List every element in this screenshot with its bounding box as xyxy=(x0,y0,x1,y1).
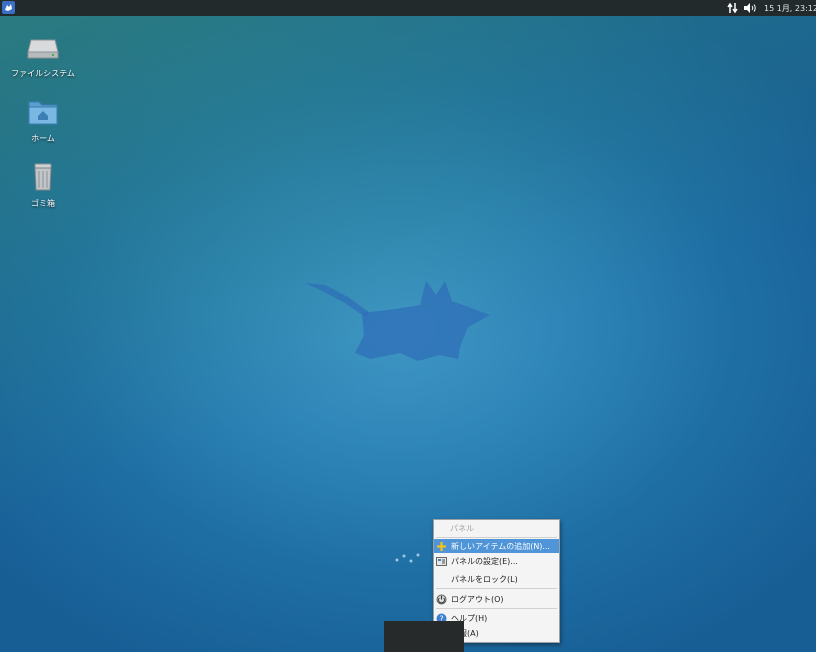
menu-item-label: ログアウト(O) xyxy=(451,594,504,604)
desktop-icon-filesystem[interactable]: ファイルシステム xyxy=(8,32,78,79)
panel-settings-icon xyxy=(436,556,447,566)
drive-icon xyxy=(27,39,59,59)
desktop-icon-label: ファイルシステム xyxy=(11,69,75,78)
menu-item-label: パネルをロック(L) xyxy=(451,574,518,584)
desktop-icon-label: ゴミ箱 xyxy=(31,199,55,208)
menu-item-spacer xyxy=(436,574,447,585)
menu-title: パネル xyxy=(434,521,559,535)
menu-item-lock-panel[interactable]: パネルをロック(L) xyxy=(434,572,559,586)
desktop-icon-label: ホーム xyxy=(31,134,55,143)
menu-separator xyxy=(436,588,557,589)
xfce-mouse-logo xyxy=(305,281,490,361)
clock[interactable]: 15 1月, 23:12 xyxy=(764,3,816,14)
bottom-dock[interactable] xyxy=(384,621,464,652)
menu-item-logout[interactable]: ログアウト(O) xyxy=(434,592,559,606)
menu-title-label: パネル xyxy=(450,523,474,533)
volume-icon[interactable] xyxy=(743,2,757,14)
network-icon[interactable] xyxy=(727,2,739,14)
desktop-icon-home[interactable]: ホーム xyxy=(8,97,78,144)
menu-item-label: 新しいアイテムの追加(N)... xyxy=(451,541,551,551)
menu-separator xyxy=(436,608,557,609)
add-icon xyxy=(437,541,446,551)
menu-separator xyxy=(436,537,557,538)
desktop-icon-trash[interactable]: ゴミ箱 xyxy=(8,162,78,209)
loading-sparkle xyxy=(395,553,420,563)
menu-item-label: パネルの設定(E)... xyxy=(451,556,518,566)
menu-item-add-new-item[interactable]: 新しいアイテムの追加(N)... xyxy=(434,539,559,553)
app-menu-icon[interactable] xyxy=(2,1,15,14)
top-panel: 15 1月, 23:12 xyxy=(0,0,816,16)
trash-icon xyxy=(34,163,52,191)
home-folder-icon xyxy=(28,101,58,125)
logout-icon xyxy=(436,594,447,604)
menu-item-panel-settings[interactable]: パネルの設定(E)... xyxy=(434,554,559,568)
